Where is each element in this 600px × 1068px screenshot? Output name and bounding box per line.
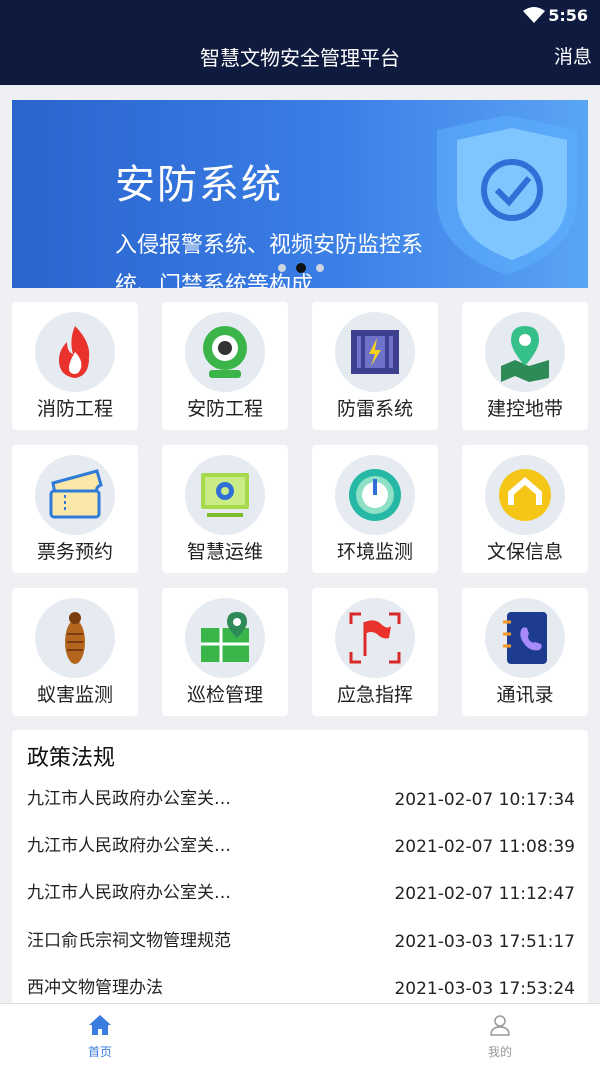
feature-label: 防雷系统 (336, 398, 413, 420)
tab-mine[interactable]: 我的 (460, 1014, 540, 1060)
feature-label: 蚁害监测 (36, 684, 113, 706)
feature-patrol-management[interactable]: 巡检管理 (162, 588, 288, 716)
feature-label: 通讯录 (496, 684, 554, 706)
feature-heritage-info[interactable]: 文保信息 (462, 445, 588, 573)
banner-carousel[interactable]: 安防系统 入侵报警系统、视频安防监控系统、门禁系统等构成 (12, 100, 588, 288)
feature-label: 消防工程 (36, 398, 113, 420)
feature-label: 建控地带 (486, 398, 563, 420)
status-bar: 5:56 (0, 0, 600, 30)
home-icon (89, 1015, 111, 1035)
feature-lightning-protection[interactable]: 防雷系统 (312, 302, 438, 430)
feature-label: 智慧运维 (186, 541, 263, 563)
policy-item-title: 九江市人民政府办公室关… (27, 836, 231, 856)
user-icon (490, 1015, 510, 1036)
policy-section: 政策法规 九江市人民政府办公室关… 2021-02-07 10:17:34 九江… (12, 730, 588, 1010)
feature-label: 文保信息 (486, 541, 563, 563)
fire-icon (59, 326, 90, 378)
feature-emergency-command[interactable]: 应急指挥 (312, 588, 438, 716)
policy-item-title: 汪口俞氏宗祠文物管理规范 (27, 931, 231, 951)
camera-icon (203, 326, 247, 378)
app-header: 智慧文物安全管理平台 消息 (0, 30, 600, 85)
feature-label: 安防工程 (186, 398, 263, 420)
tab-home[interactable]: 首页 (60, 1014, 140, 1060)
feature-security-engineering[interactable]: 安防工程 (162, 302, 288, 430)
feature-construction-zone[interactable]: 建控地带 (462, 302, 588, 430)
heritage-info-icon (499, 469, 551, 521)
monitor-gear-icon (201, 473, 249, 517)
lightning-icon (351, 330, 399, 374)
policy-item-title: 九江市人民政府办公室关… (27, 883, 231, 903)
feature-ticket-booking[interactable]: 票务预约 (12, 445, 138, 573)
status-time: 5:56 (548, 6, 588, 25)
policy-item-date: 2021-02-07 11:08:39 (394, 837, 575, 857)
feature-label: 巡检管理 (186, 684, 263, 706)
policy-item-date: 2021-02-07 10:17:34 (394, 790, 575, 810)
patrol-map-icon (201, 612, 249, 662)
policy-item-title: 西冲文物管理办法 (27, 978, 163, 998)
wifi-icon (523, 7, 545, 23)
policy-list-item[interactable]: 九江市人民政府办公室关… 2021-02-07 11:12:47 (27, 878, 575, 918)
carousel-dot[interactable] (316, 264, 324, 272)
gauge-icon (349, 469, 401, 521)
feature-smart-maintenance[interactable]: 智慧运维 (162, 445, 288, 573)
feature-label: 票务预约 (36, 541, 113, 563)
banner-subtitle: 入侵报警系统、视频安防监控系统、门禁系统等构成 (115, 233, 424, 288)
ticket-icon (49, 469, 103, 519)
policy-item-date: 2021-02-07 11:12:47 (394, 884, 575, 904)
carousel-dot-active[interactable] (296, 263, 306, 273)
bottom-tab-bar: 首页 我的 (0, 1003, 600, 1068)
banner-title: 安防系统 (115, 162, 283, 208)
feature-label: 环境监测 (336, 541, 413, 563)
messages-button[interactable]: 消息 (554, 42, 592, 69)
phone-book-icon (503, 612, 547, 664)
carousel-dot[interactable] (278, 264, 286, 272)
feature-label: 应急指挥 (336, 684, 413, 706)
policy-title: 政策法规 (27, 746, 116, 771)
page-title: 智慧文物安全管理平台 (200, 46, 400, 70)
policy-item-title: 九江市人民政府办公室关… (27, 789, 231, 809)
feature-termite-monitoring[interactable]: 蚁害监测 (12, 588, 138, 716)
policy-list-item[interactable]: 汪口俞氏宗祠文物管理规范 2021-03-03 17:51:17 (27, 926, 575, 966)
map-pin-icon (501, 326, 549, 382)
policy-item-date: 2021-03-03 17:51:17 (394, 932, 575, 952)
feature-environment-monitoring[interactable]: 环境监测 (312, 445, 438, 573)
flag-icon (349, 612, 401, 664)
policy-list-item[interactable]: 九江市人民政府办公室关… 2021-02-07 11:08:39 (27, 831, 575, 871)
policy-item-date: 2021-03-03 17:53:24 (394, 979, 575, 999)
feature-fire-engineering[interactable]: 消防工程 (12, 302, 138, 430)
tab-mine-label: 我的 (487, 1045, 512, 1059)
feature-address-book[interactable]: 通讯录 (462, 588, 588, 716)
termite-icon (65, 612, 85, 664)
tab-home-label: 首页 (87, 1045, 112, 1059)
policy-list-item[interactable]: 九江市人民政府办公室关… 2021-02-07 10:17:34 (27, 784, 575, 824)
